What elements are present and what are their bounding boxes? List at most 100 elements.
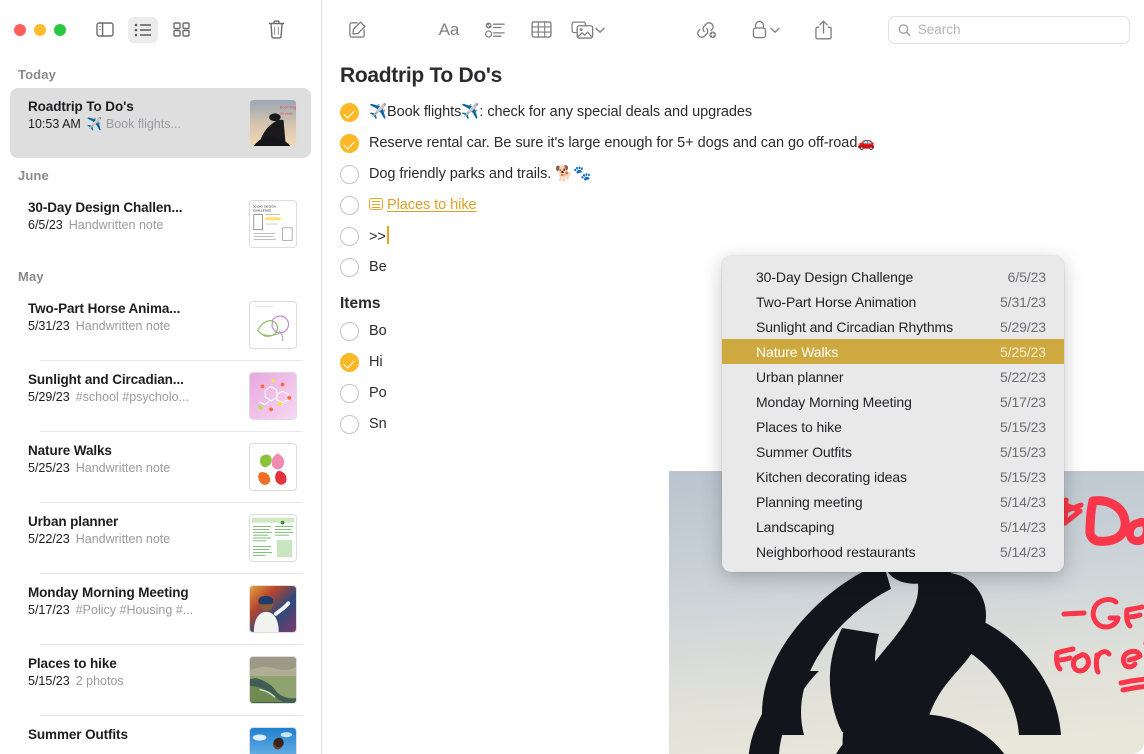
suggestion-date: 5/15/23 bbox=[1000, 419, 1046, 435]
checkbox-checked[interactable] bbox=[340, 134, 359, 153]
suggestion-row[interactable]: Planning meeting5/14/23 bbox=[722, 489, 1064, 514]
suggestion-date: 5/14/23 bbox=[1000, 494, 1046, 510]
zoom-window-button[interactable] bbox=[54, 24, 66, 36]
minimize-window-button[interactable] bbox=[34, 24, 46, 36]
suggestion-row[interactable]: Places to hike5/15/23 bbox=[722, 414, 1064, 439]
note-thumbnail bbox=[249, 372, 297, 420]
suggestion-date: 5/14/23 bbox=[1000, 544, 1046, 560]
checkbox-unchecked[interactable] bbox=[340, 165, 359, 184]
note-meta: 5/29/23#school #psycholo... bbox=[28, 390, 239, 404]
share-note-button[interactable] bbox=[806, 15, 840, 45]
note-meta: 5/15/232 photos bbox=[28, 674, 239, 688]
suggestion-row[interactable]: Two-Part Horse Animation5/31/23 bbox=[722, 289, 1064, 314]
note-summary: Summer Outfits bbox=[28, 727, 239, 754]
checkbox-unchecked[interactable] bbox=[340, 258, 359, 277]
note-title: 30-Day Design Challen... bbox=[28, 200, 239, 215]
list-item[interactable]: Roadtrip To Do's10:53 AM✈️ Book flights.… bbox=[10, 88, 311, 158]
insert-media-chevron-down-icon[interactable] bbox=[595, 21, 605, 39]
gallery-view-button[interactable] bbox=[166, 17, 196, 43]
note-link[interactable]: Places to hike bbox=[387, 197, 477, 213]
suggestion-row[interactable]: Neighborhood restaurants5/14/23 bbox=[722, 539, 1064, 564]
items-text: Sn bbox=[369, 414, 387, 435]
checklist-row[interactable]: ✈️Book flights✈️: check for any special … bbox=[340, 102, 1144, 126]
note-title: Places to hike bbox=[28, 656, 239, 671]
list-item[interactable]: Places to hike 5/15/232 photos bbox=[10, 645, 311, 715]
note-snippet: ✈️ Book flights... bbox=[87, 117, 181, 131]
suggestion-row[interactable]: 30-Day Design Challenge6/5/23 bbox=[722, 264, 1064, 289]
list-item[interactable]: Urban planner5/22/23Handwritten note bbox=[10, 503, 311, 573]
note-summary: Sunlight and Circadian... 5/29/23#school … bbox=[28, 372, 239, 404]
compose-note-button[interactable] bbox=[340, 15, 374, 45]
note-summary: Nature Walks5/25/23Handwritten note bbox=[28, 443, 239, 475]
checkbox-unchecked[interactable] bbox=[340, 384, 359, 403]
note-title: Urban planner bbox=[28, 514, 239, 529]
checklist-row[interactable]: Dog friendly parks and trails. 🐕🐾 bbox=[340, 164, 1144, 188]
note-link-suggestions-popup[interactable]: 30-Day Design Challenge6/5/23Two-Part Ho… bbox=[722, 256, 1064, 572]
list-item[interactable]: Summer Outfits bbox=[10, 716, 311, 754]
search-field[interactable] bbox=[888, 16, 1130, 44]
note-date: 5/17/23 bbox=[28, 603, 70, 617]
delete-note-button[interactable] bbox=[261, 17, 291, 43]
checklist-row[interactable]: >> bbox=[340, 226, 1144, 250]
checkbox-checked[interactable] bbox=[340, 353, 359, 372]
list-item[interactable]: 30-Day Design Challen... 6/5/23 Handwritte… bbox=[10, 189, 311, 259]
suggestion-row-selected[interactable]: Nature Walks5/25/23 bbox=[722, 339, 1064, 364]
insert-table-button[interactable] bbox=[524, 15, 558, 45]
suggestion-row[interactable]: Kitchen decorating ideas 5/15/23 bbox=[722, 464, 1064, 489]
note-summary: Roadtrip To Do's10:53 AM✈️ Book flights.… bbox=[28, 99, 239, 132]
list-view-icon bbox=[134, 23, 152, 37]
suggestion-row[interactable]: Monday Morning Meeting5/17/23 bbox=[722, 389, 1064, 414]
note-snippet: Handwritten note bbox=[69, 218, 164, 232]
suggestion-title: Urban planner bbox=[756, 369, 843, 385]
suggestion-date: 5/15/23 bbox=[1000, 469, 1046, 485]
checklist-text: Dog friendly parks and trails. 🐕🐾 bbox=[369, 164, 591, 185]
lock-chevron-down-icon[interactable] bbox=[770, 21, 780, 39]
list-item[interactable]: Sunlight and Circadian... 5/29/23#school … bbox=[10, 361, 311, 431]
note-section-header: May bbox=[0, 259, 321, 290]
suggestion-row[interactable]: Sunlight and Circadian Rhythms5/29/23 bbox=[722, 314, 1064, 339]
list-item[interactable]: Two-Part Horse Anima...5/31/23Handwritte… bbox=[10, 290, 311, 360]
checkbox-unchecked[interactable] bbox=[340, 196, 359, 215]
suggestion-row[interactable]: Urban planner5/22/23 bbox=[722, 364, 1064, 389]
format-text-button[interactable]: Aa bbox=[432, 15, 466, 45]
lock-icon bbox=[752, 20, 767, 39]
note-section-header: June bbox=[0, 158, 321, 189]
checkbox-unchecked[interactable] bbox=[340, 415, 359, 434]
checkbox-checked[interactable] bbox=[340, 103, 359, 122]
add-link-button[interactable] bbox=[689, 15, 723, 45]
note-date: 5/22/23 bbox=[28, 532, 70, 546]
items-text: Po bbox=[369, 383, 387, 404]
suggestion-row[interactable]: Summer Outfits5/15/23 bbox=[722, 439, 1064, 464]
checklist-button[interactable] bbox=[478, 15, 512, 45]
note-thumbnail bbox=[249, 443, 297, 491]
suggestion-row[interactable]: Landscaping5/14/23 bbox=[722, 514, 1064, 539]
note-summary: Monday Morning Meeting5/17/23#Policy #Ho… bbox=[28, 585, 239, 617]
lock-note-button[interactable] bbox=[749, 15, 769, 45]
insert-media-button[interactable] bbox=[570, 15, 594, 45]
close-window-button[interactable] bbox=[14, 24, 26, 36]
note-title: Monday Morning Meeting bbox=[28, 585, 239, 600]
checklist-row[interactable]: Places to hike bbox=[340, 195, 1144, 219]
list-item[interactable]: Nature Walks5/25/23Handwritten note bbox=[10, 432, 311, 502]
compose-icon bbox=[348, 20, 367, 39]
checkbox-unchecked[interactable] bbox=[340, 227, 359, 246]
note-summary: Places to hike 5/15/232 photos bbox=[28, 656, 239, 688]
note-list[interactable]: TodayRoadtrip To Do's10:53 AM✈️ Book fli… bbox=[0, 59, 321, 754]
note-title: Sunlight and Circadian... bbox=[28, 372, 239, 387]
search-input[interactable] bbox=[918, 22, 1120, 37]
note-checklist[interactable]: ✈️Book flights✈️: check for any special … bbox=[340, 102, 1144, 281]
items-text: Hi bbox=[369, 352, 383, 373]
checklist-row[interactable]: Reserve rental car. Be sure it's large e… bbox=[340, 133, 1144, 157]
suggestion-title: Kitchen decorating ideas bbox=[756, 469, 907, 485]
sidebar-toggle-button[interactable] bbox=[90, 17, 120, 43]
note-title: Summer Outfits bbox=[28, 727, 239, 742]
list-view-button[interactable] bbox=[128, 17, 158, 43]
note-date: 6/5/23 bbox=[28, 218, 63, 232]
note-editor-pane: Aa bbox=[322, 0, 1144, 754]
note-meta: 10:53 AM✈️ Book flights... bbox=[28, 117, 239, 132]
list-item[interactable]: Monday Morning Meeting5/17/23#Policy #Ho… bbox=[10, 574, 311, 644]
checkbox-unchecked[interactable] bbox=[340, 322, 359, 341]
note-meta: 5/31/23Handwritten note bbox=[28, 319, 239, 333]
suggestion-title: Sunlight and Circadian Rhythms bbox=[756, 319, 953, 335]
suggestion-title: Nature Walks bbox=[756, 344, 838, 360]
